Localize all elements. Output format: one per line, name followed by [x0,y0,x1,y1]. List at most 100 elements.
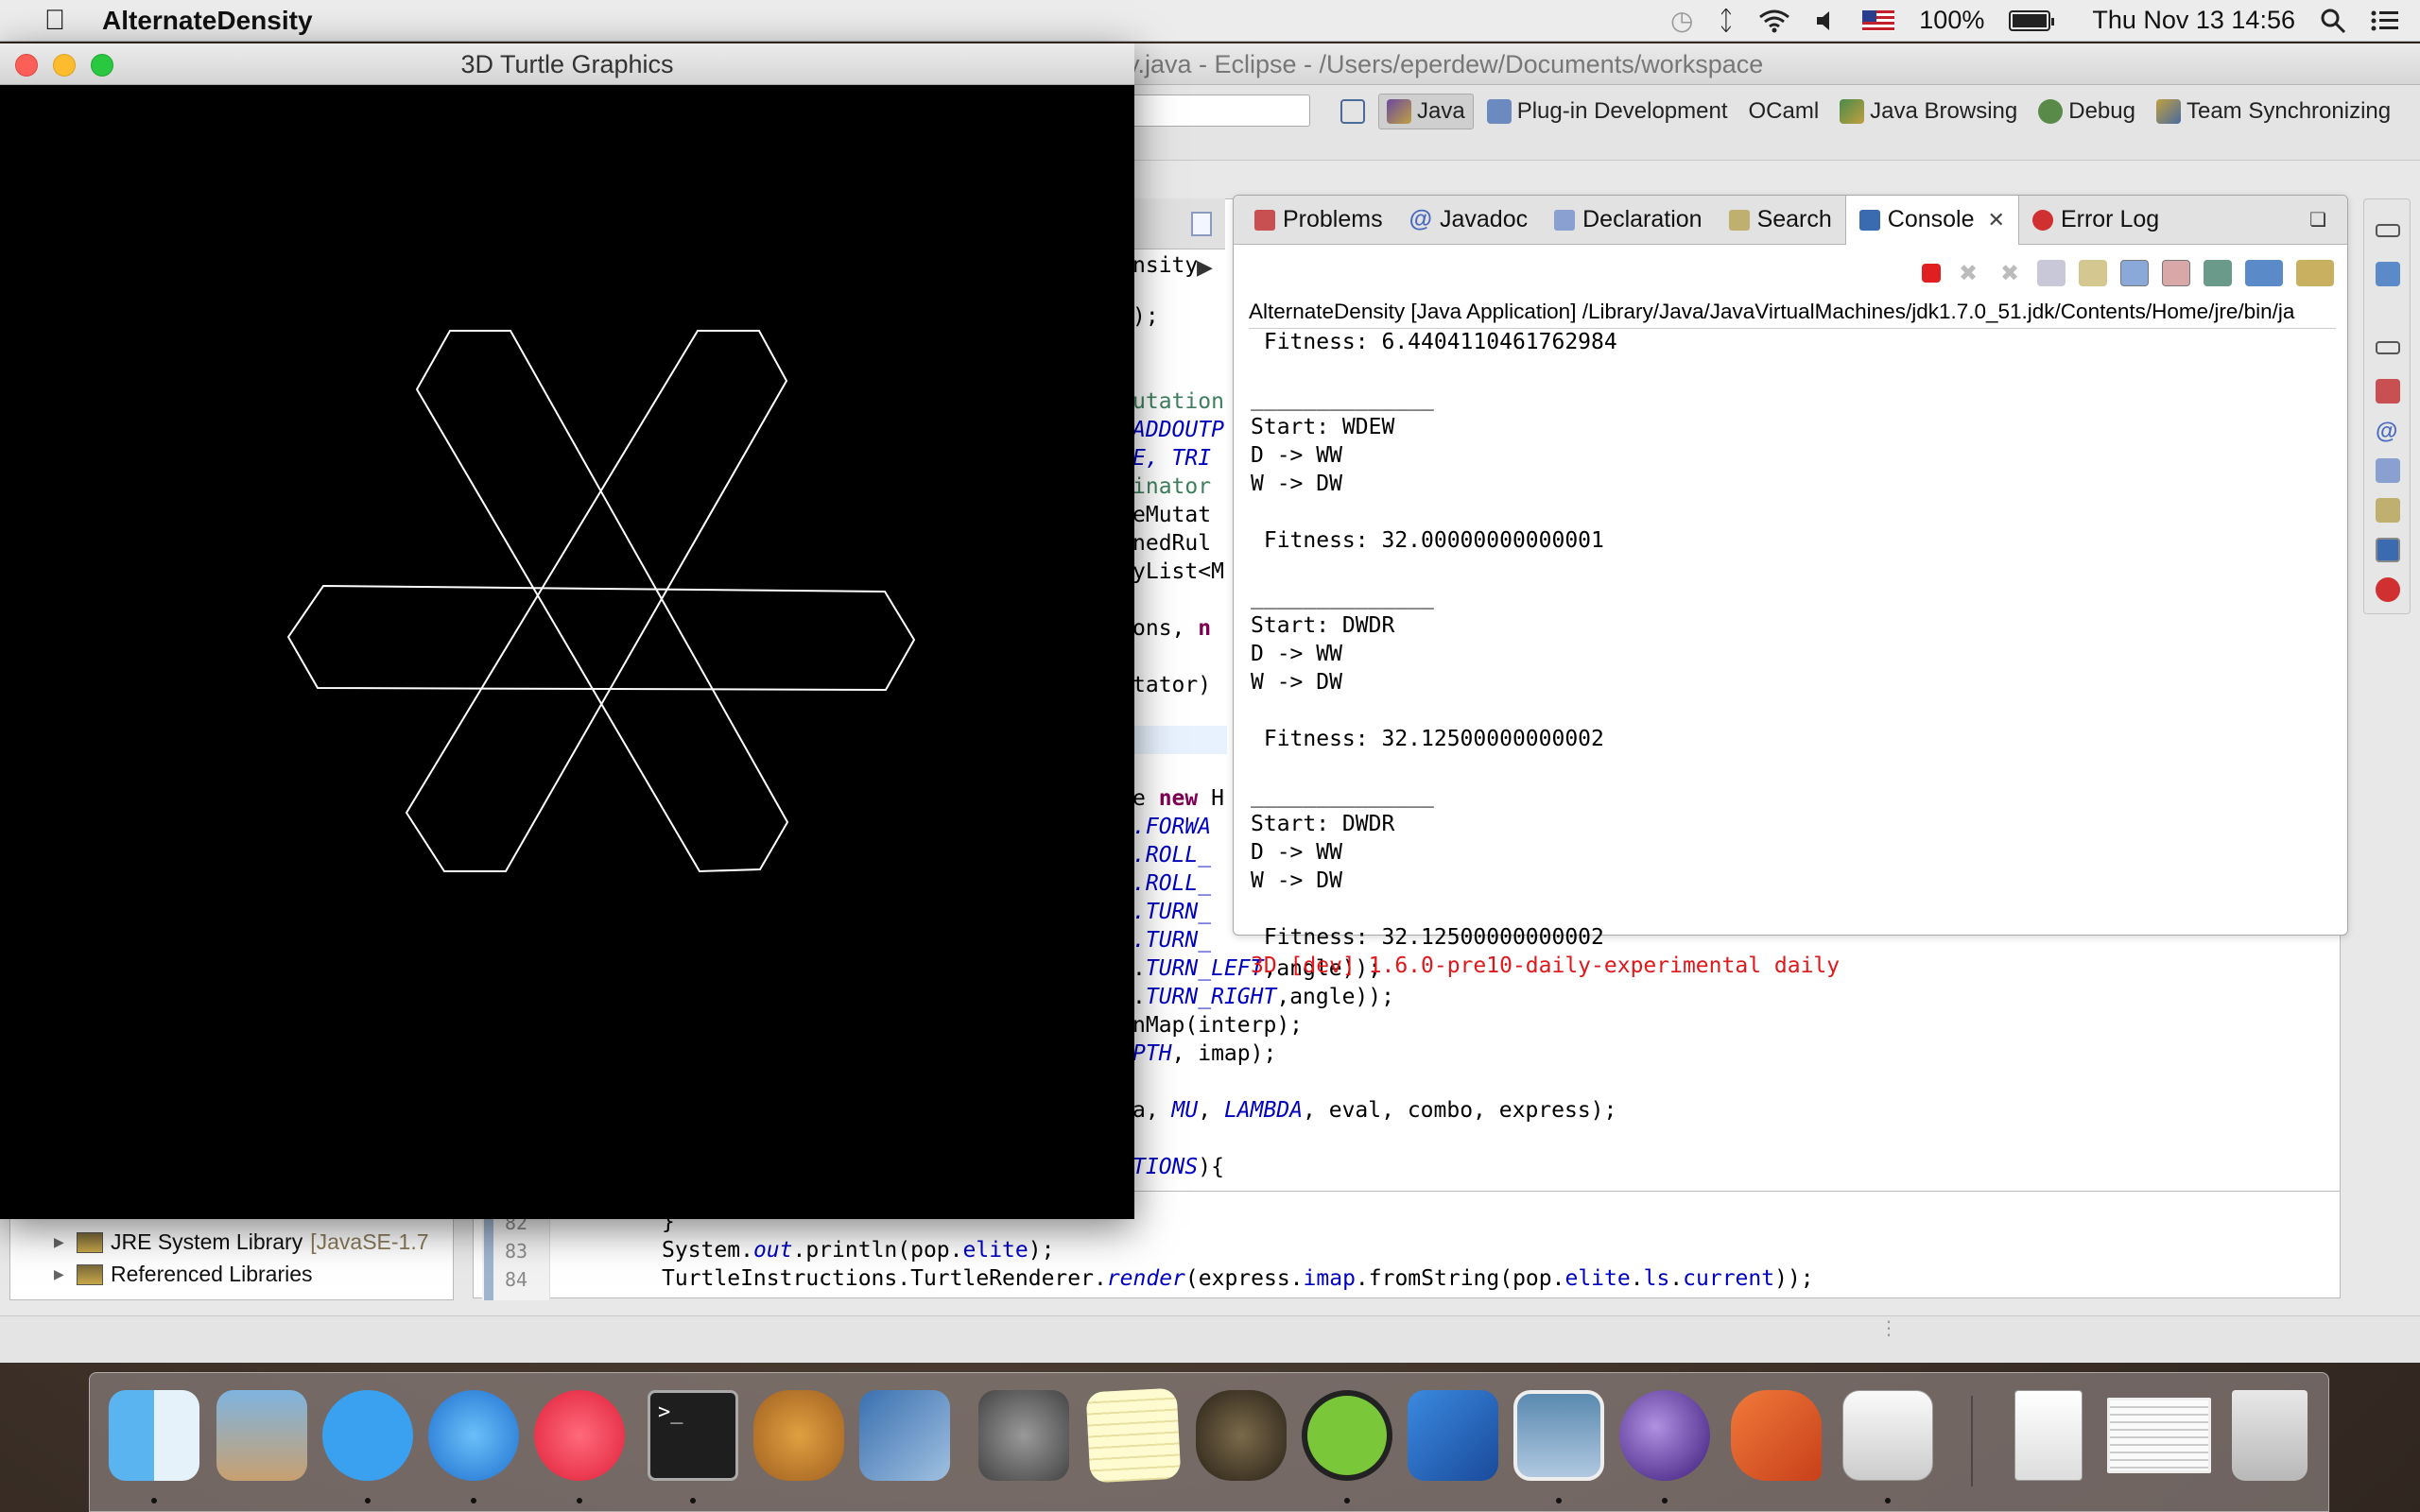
wifi-icon[interactable] [1758,9,1790,33]
package-item-jre-library[interactable]: ▶ JRE System Library [JavaSE-1.7 [54,1229,429,1255]
error-log-icon[interactable] [2376,577,2400,602]
perspective-plugin-development[interactable]: Plug-in Development [1479,94,1736,129]
javadoc-at-icon[interactable]: @ [2376,419,2400,444]
zip-icon[interactable] [2014,1390,2083,1481]
xcode-icon[interactable] [1408,1390,1498,1481]
virtualbox-icon[interactable] [859,1390,950,1481]
running-indicator [151,1498,157,1503]
turtle-graphics-window: 3D Turtle Graphics [0,43,1134,1219]
running-indicator [1344,1498,1350,1503]
tab-javadoc[interactable]: @ Javadoc [1396,196,1542,245]
expand-arrow-icon[interactable]: ▶ [54,1266,64,1282]
java-icon[interactable] [1842,1390,1933,1481]
turtle-canvas[interactable] [0,85,1134,1219]
code-line: E, TRI [1132,446,1212,471]
perspective-team-synchronizing[interactable]: Team Synchronizing [2149,94,2398,129]
messages-icon[interactable] [322,1390,413,1481]
running-indicator [471,1498,476,1503]
search-flashlight-icon[interactable] [2376,498,2400,523]
declaration-icon[interactable] [2376,458,2400,483]
code-line: utation [1132,389,1224,414]
restore-view-icon[interactable] [2376,224,2400,237]
gnu-icon[interactable] [753,1390,844,1481]
open-console-icon[interactable] [2296,260,2334,286]
display-console-icon[interactable] [2245,260,2283,286]
restore-view-icon[interactable] [2376,341,2400,354]
console-stdout: Fitness: 6.4404110461762984 ____________… [1251,330,1617,950]
code-line: a, MU, LAMBDA, eval, combo, express); [1132,1098,1617,1123]
safari-icon[interactable] [428,1390,519,1481]
chevron-right-icon[interactable]: ▶ [1197,255,1213,280]
close-tab-icon[interactable]: ✕ [1988,208,2005,232]
perspective-ocaml[interactable]: OCaml [1741,94,1827,129]
show-on-stderr-icon[interactable] [2162,260,2190,286]
problems-icon[interactable] [2376,379,2400,404]
java-file-icon[interactable] [1191,212,1212,236]
console-monitor-icon[interactable] [2376,538,2400,562]
notification-center-icon[interactable] [2371,9,2399,32]
minimize-window-icon[interactable] [53,54,76,77]
mail-icon[interactable] [216,1390,307,1481]
tab-problems[interactable]: Problems [1241,196,1396,245]
spotlight-search-icon[interactable] [2320,8,2346,34]
error-log-icon [2031,209,2053,231]
pin-console-icon[interactable] [2204,260,2232,286]
tab-console[interactable]: Console ✕ [1844,195,2019,245]
spotify-icon[interactable] [1302,1390,1392,1481]
powerpoint-icon[interactable] [1731,1390,1822,1481]
remove-all-terminated-icon[interactable]: ✖ [1996,260,2024,286]
trash-icon[interactable] [2232,1390,2308,1481]
menu-app-name[interactable]: AlternateDensity [102,6,313,36]
expand-arrow-icon[interactable]: ▶ [54,1234,64,1250]
notes-icon[interactable] [1085,1387,1182,1484]
screenshot-icon[interactable] [2107,1398,2211,1473]
tab-error-log[interactable]: Error Log [2019,196,2172,245]
eclipse-icon[interactable] [1619,1390,1710,1481]
system-preferences-icon[interactable] [978,1390,1069,1481]
search-flashlight-icon [1728,209,1750,231]
debug-bug-icon [2038,99,2064,124]
time-machine-icon[interactable]: ◷ [1670,5,1693,36]
package-item-referenced-libraries[interactable]: ▶ Referenced Libraries [54,1262,313,1287]
input-source-flag-icon[interactable] [1862,9,1895,31]
running-indicator [365,1498,371,1503]
cauldron-icon[interactable] [1196,1390,1287,1481]
current-line-highlight [1132,726,1227,754]
zoom-window-icon[interactable] [91,54,113,77]
terminate-icon[interactable] [1922,264,1941,283]
turtle-shape-diagonal-hexagon-left [415,330,789,873]
terminal-icon[interactable]: >_ [648,1390,738,1481]
perspective-java[interactable]: Java [1378,94,1474,129]
quick-access-input[interactable] [1131,94,1310,127]
drag-handle-icon[interactable]: ⋮ [1879,1319,1898,1338]
preview-icon[interactable] [1513,1390,1604,1481]
code-line: .TURN_ [1132,928,1212,953]
outline-view-icon[interactable] [2376,262,2400,286]
finder-icon[interactable] [109,1390,199,1481]
maximize-view-icon[interactable]: ❏ [2309,208,2326,232]
perspective-java-browsing[interactable]: Java Browsing [1832,94,2025,129]
java-browsing-icon [1840,99,1865,124]
code-line: .FORWA [1132,815,1212,839]
menu-clock[interactable]: Thu Nov 13 14:56 [2092,6,2295,35]
running-indicator [1885,1498,1891,1503]
close-window-icon[interactable] [15,54,38,77]
clear-console-icon[interactable] [2037,260,2066,286]
code-line: System.out.println(pop.elite); [662,1238,1055,1263]
open-perspective-button[interactable] [1333,95,1373,128]
console-toolbar: ✖ ✖ [1922,260,2334,286]
code-line: TIONS){ [1132,1155,1224,1179]
tab-search[interactable]: Search [1716,196,1845,245]
remove-launch-icon[interactable]: ✖ [1954,260,1982,286]
volume-icon[interactable] [1815,9,1838,32]
tab-declaration[interactable]: Declaration [1541,196,1715,245]
bluetooth-icon[interactable]: ᛨ [1718,6,1734,36]
battery-icon[interactable] [2009,9,2055,31]
scroll-lock-icon[interactable] [2079,260,2107,286]
battery-percent[interactable]: 100% [1919,6,1984,35]
perspective-debug[interactable]: Debug [2031,94,2143,129]
show-on-stdout-icon[interactable] [2120,260,2149,286]
apple-menu-icon[interactable]:  [36,0,74,42]
console-output[interactable]: Fitness: 6.4404110461762984 ____________… [1251,328,1840,980]
itunes-icon[interactable] [534,1390,625,1481]
